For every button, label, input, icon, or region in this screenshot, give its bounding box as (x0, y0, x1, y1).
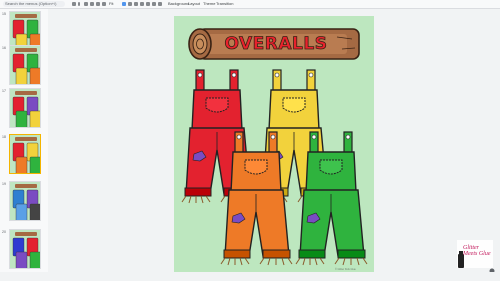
logo-text: Glitter Meets Glue (463, 245, 491, 258)
bottom-bar (0, 272, 500, 281)
slide-credit: © Glitter Kids Glue (335, 268, 356, 271)
overalls-illustration (181, 69, 368, 266)
